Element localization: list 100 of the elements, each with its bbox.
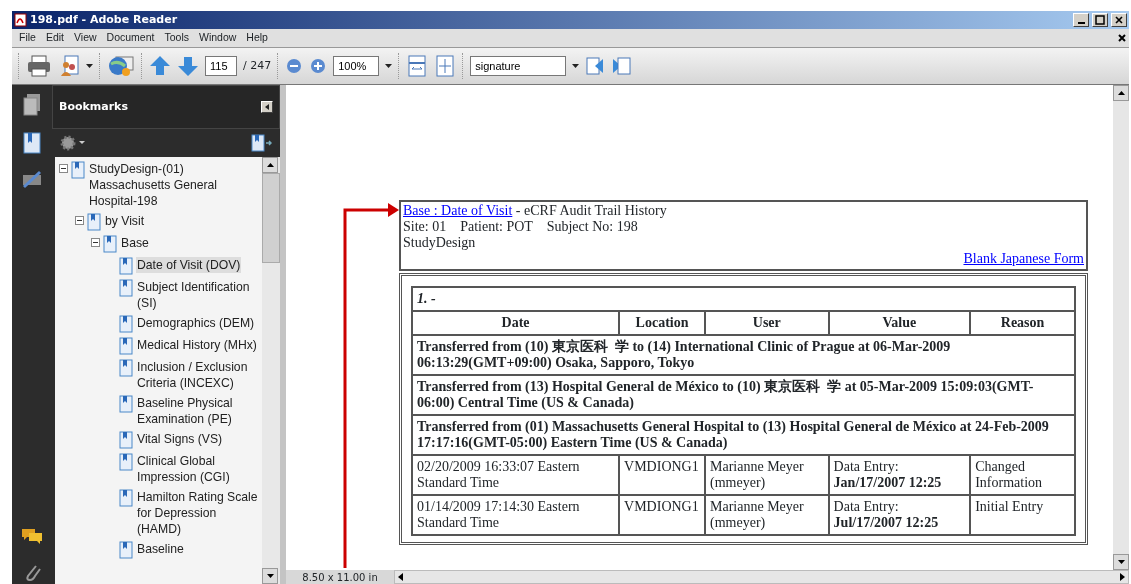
- form-link[interactable]: Base : Date of Visit: [403, 203, 513, 218]
- transfer-note: Transferred from (13) Hospital General de México to (10) 東京医科 学 at 05-Mar-2009 15:09:03(GMT-06:00) Central Time (US & Canada): [412, 375, 1075, 415]
- blank-form-link[interactable]: Blank Japanese Form: [963, 251, 1084, 266]
- up-arrow-icon: [149, 54, 171, 78]
- scrollbar[interactable]: [394, 570, 1129, 584]
- table-cell-text: Data Entry:: [833, 459, 900, 475]
- down-arrow-icon: [177, 54, 199, 78]
- scrollbar-thumb[interactable]: [262, 173, 280, 263]
- scroll-down-button[interactable]: [1113, 554, 1129, 570]
- scrollbar[interactable]: [1113, 85, 1129, 570]
- bookmark-icon: [103, 235, 117, 253]
- pages-icon[interactable]: [22, 93, 42, 117]
- expand-toggle[interactable]: [75, 216, 84, 225]
- window-title: 198.pdf - Adobe Reader: [30, 11, 179, 28]
- bookmark-icon: [119, 489, 133, 507]
- section-heading: 1. -: [412, 287, 1075, 311]
- bookmark-icon: [119, 257, 133, 275]
- caret-icon[interactable]: [385, 63, 393, 69]
- users-document-icon: [58, 54, 80, 78]
- scroll-up-button[interactable]: [1113, 85, 1129, 101]
- up-arrow-icon: [266, 163, 274, 167]
- globe-gear-button[interactable]: [107, 54, 135, 78]
- up-arrow-button[interactable]: [149, 54, 171, 78]
- fit-page-icon: [434, 54, 457, 78]
- close-document-icon[interactable]: [1117, 33, 1127, 43]
- down-arrow-icon: [266, 574, 274, 578]
- menu-item[interactable]: Tools: [159, 30, 194, 46]
- search-field[interactable]: signature: [470, 56, 567, 76]
- close-icon: [1114, 15, 1124, 25]
- collapse-panel-button[interactable]: [261, 101, 273, 113]
- column-header: Location: [619, 311, 706, 335]
- menu-item[interactable]: Help: [241, 30, 273, 46]
- study-name: StudyDesign: [403, 235, 477, 251]
- scroll-down-button[interactable]: [262, 568, 278, 584]
- menu-item[interactable]: Document: [101, 30, 160, 46]
- table-cell: VMDIONG1: [619, 495, 706, 535]
- page-number-field[interactable]: 115: [205, 56, 237, 76]
- printer-button[interactable]: [26, 54, 52, 78]
- close-button[interactable]: [1111, 13, 1127, 27]
- comments-icon[interactable]: [20, 526, 44, 546]
- menu-item[interactable]: View: [69, 30, 102, 46]
- table-cell: Initial Entry: [970, 495, 1075, 535]
- users-document-button[interactable]: [58, 54, 80, 78]
- bookmark-item[interactable]: Subject Identification (SI): [136, 279, 260, 311]
- bookmark-item[interactable]: Inclusion / Exclusion Criteria (INCEXC): [136, 359, 260, 391]
- bookmark-item[interactable]: Base: [120, 235, 150, 251]
- bookmark-item[interactable]: Medical History (MHx): [136, 337, 258, 353]
- minus-icon: [76, 217, 83, 224]
- menu-item[interactable]: Window: [193, 30, 242, 46]
- new-bookmark-icon[interactable]: [250, 134, 272, 152]
- bookmark-icon: [119, 453, 133, 471]
- bookmark-item[interactable]: Vital Signs (VS): [136, 431, 224, 447]
- bookmark-icon: [119, 337, 133, 355]
- bookmark-item[interactable]: by Visit: [104, 213, 146, 229]
- bookmark-icon: [119, 395, 133, 413]
- minimize-button[interactable]: [1073, 13, 1089, 27]
- table-cell: Marianne Meyer (mmeyer): [705, 455, 829, 495]
- expand-toggle[interactable]: [91, 238, 100, 247]
- next-result-button[interactable]: [611, 54, 632, 78]
- down-arrow-button[interactable]: [177, 54, 199, 78]
- page-size: 8.50 x 11.00 in: [301, 571, 379, 584]
- bookmark-icon: [87, 213, 101, 231]
- maximize-icon: [1095, 15, 1105, 25]
- table-cell: VMDIONG1: [619, 455, 706, 495]
- bookmark-item[interactable]: Hamilton Rating Scale for Depression (HAMD): [136, 489, 260, 537]
- menu-item[interactable]: Edit: [40, 30, 69, 46]
- bookmark-item[interactable]: Demographics (DEM): [136, 315, 256, 331]
- scroll-up-button[interactable]: [262, 157, 278, 173]
- previous-result-button[interactable]: [585, 54, 606, 78]
- column-header: Date: [412, 311, 620, 335]
- scrollbar[interactable]: [262, 157, 280, 584]
- bookmark-icon[interactable]: [22, 131, 42, 155]
- column-header: User: [705, 311, 829, 335]
- minus-icon: [92, 239, 99, 246]
- bookmark-item[interactable]: Baseline Physical Examination (PE): [136, 395, 260, 427]
- up-arrow-icon: [1117, 91, 1125, 95]
- table-cell: Marianne Meyer (mmeyer): [705, 495, 829, 535]
- previous-result-icon: [585, 54, 606, 78]
- signature-icon[interactable]: [21, 169, 43, 189]
- pdf-icon: [14, 13, 27, 27]
- bookmark-item[interactable]: Clinical Global Impression (CGI): [136, 453, 260, 485]
- maximize-button[interactable]: [1092, 13, 1108, 27]
- down-arrow-icon: [1117, 560, 1125, 564]
- bookmark-item[interactable]: Baseline: [136, 541, 185, 557]
- caret-icon[interactable]: [572, 63, 580, 69]
- table-cell-text: Data Entry:: [833, 499, 900, 515]
- minus-icon: [60, 165, 67, 172]
- bookmark-icon: [71, 161, 85, 179]
- bookmark-item[interactable]: Date of Visit (DOV): [136, 257, 242, 273]
- gear-icon[interactable]: [60, 135, 86, 151]
- zoom-field[interactable]: 100%: [333, 56, 380, 76]
- caret-icon[interactable]: [86, 63, 93, 69]
- panel-title: Bookmarks: [59, 98, 128, 115]
- expand-toggle[interactable]: [59, 164, 68, 173]
- fit-width-button[interactable]: [406, 54, 429, 78]
- menu-item[interactable]: File: [14, 30, 41, 46]
- bookmark-icon: [119, 279, 133, 297]
- table-cell: Changed Information: [970, 455, 1075, 495]
- table-cell-text: Jan/17/2007 12:25: [833, 475, 943, 491]
- bookmark-icon: [119, 315, 133, 333]
